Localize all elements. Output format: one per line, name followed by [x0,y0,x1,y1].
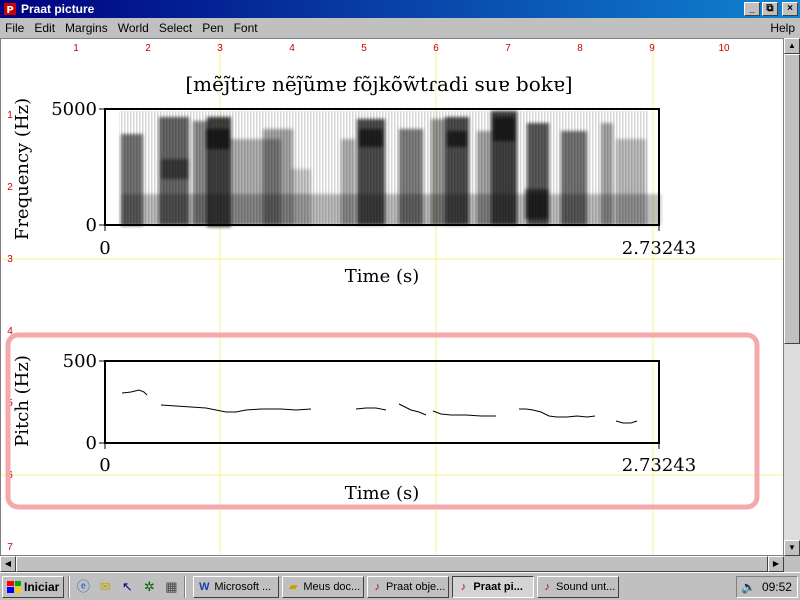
pitch-segment-3 [355,407,387,411]
spectrogram-ytick-top: 5000 [51,99,97,120]
scroll-down-arrow-icon[interactable]: ▼ [784,540,800,556]
arrow-tool-icon[interactable]: ↖ [118,578,136,596]
ruler-top-9: 9 [649,43,655,54]
pitch-ytick-bottom: 0 [86,433,97,454]
menu-world[interactable]: World [113,21,154,35]
minimize-button[interactable]: _ [744,2,760,16]
pitch-xtick-left: 0 [99,455,110,476]
scrollbar-corner [784,556,800,572]
ruler-top-4: 4 [289,43,295,54]
menu-pen[interactable]: Pen [197,21,228,35]
pitch-xtick-right: 2.73243 [622,455,696,476]
ruler-top-6: 6 [433,43,439,54]
window-title: Praat picture [21,2,95,16]
maximize-button[interactable]: ⧉ [762,2,778,16]
quick-launch: ⓔ ✉ ↖ ✲ ▦ [74,578,180,596]
ruler-left-3: 3 [7,254,13,265]
volume-icon[interactable]: 🔈 [741,580,756,594]
scroll-right-arrow-icon[interactable]: ▶ [768,556,784,572]
task-button-praat-objects[interactable]: ♪ Praat obje... [367,575,450,598]
pitch-segment-7 [615,420,638,424]
vertical-scroll-thumb[interactable] [784,54,800,344]
menu-file[interactable]: File [0,21,29,35]
svg-text:P: P [6,5,13,16]
picture-svg: 1 2 3 4 5 6 7 8 9 10 1 2 3 4 5 6 7 [mẽj̃… [1,39,783,555]
pitch-contour [121,389,638,424]
pitch-xlabel: Time (s) [345,483,420,504]
top-ruler: 1 2 3 4 5 6 7 8 9 10 [73,43,730,54]
menu-select[interactable]: Select [154,21,197,35]
start-label: Iniciar [24,579,60,594]
task-label: Praat obje... [386,580,446,593]
task-label: Sound unt... [556,580,616,593]
task-label: Microsoft ... [214,580,272,593]
ruler-top-8: 8 [577,43,583,54]
desktop-icon[interactable]: ▦ [162,578,180,596]
taskbar: Iniciar ⓔ ✉ ↖ ✲ ▦ W Microsoft ... ▰ Meus… [0,572,800,600]
ruler-top-10: 10 [718,43,730,54]
pitch-segment-6 [519,408,596,418]
internet-explorer-icon[interactable]: ⓔ [74,578,92,596]
outlook-icon[interactable]: ✉ [96,578,114,596]
system-tray: 🔈 09:52 [736,576,798,598]
task-button-my-documents[interactable]: ▰ Meus doc... [282,575,365,598]
phonetic-transcription: [mẽj̃tiɾɐ nẽj̃ũmɐ fõjkõw̃tɾadi suɐ bokɐ] [185,72,572,96]
pitch-segment-1 [121,389,148,396]
ruler-top-1: 1 [73,43,79,54]
scroll-left-arrow-icon[interactable]: ◀ [0,556,16,572]
windows-logo-icon [7,580,21,593]
horizontal-scrollbar[interactable]: ◀ ▶ [0,556,784,572]
ruler-top-3: 3 [217,43,223,54]
scroll-up-arrow-icon[interactable]: ▲ [784,38,800,54]
start-button[interactable]: Iniciar [2,575,65,598]
ruler-top-7: 7 [505,43,511,54]
praat-app-icon: P [4,3,16,16]
praat-icon: ♪ [460,580,467,593]
praat-icon: ♪ [544,580,550,593]
ruler-top-2: 2 [145,43,151,54]
pitch-panel: 500 0 0 2.73243 Time (s) Pitch (Hz) [12,351,696,504]
pitch-segment-2 [160,404,312,413]
task-button-praat-picture[interactable]: ♪ Praat pi... [452,575,535,598]
menu-edit[interactable]: Edit [29,21,60,35]
pitch-ytick-top: 500 [63,351,97,372]
spectrogram-xtick-left: 0 [99,238,110,259]
word-icon: W [199,580,210,593]
ruler-top-5: 5 [361,43,367,54]
channels-icon[interactable]: ✲ [140,578,158,596]
task-button-word[interactable]: W Microsoft ... [193,575,280,598]
task-label: Meus doc... [303,580,361,593]
spectrogram-xlabel: Time (s) [345,266,420,287]
task-button-sound[interactable]: ♪ Sound unt... [537,575,620,598]
folder-icon: ▰ [289,580,298,593]
horizontal-scroll-thumb[interactable] [16,556,768,572]
spectrogram-striations [119,111,649,225]
praat-icon: ♪ [374,580,380,593]
pitch-frame [104,360,660,444]
menu-bar: File Edit Margins World Select Pen Font … [0,18,800,38]
pitch-segment-5 [432,410,496,417]
menu-help[interactable]: Help [765,21,800,35]
close-button[interactable]: × [782,2,798,16]
menu-font[interactable]: Font [229,21,263,35]
task-label: Praat pi... [473,580,523,593]
ruler-left-7: 7 [7,542,13,553]
spectrogram-ylabel: Frequency (Hz) [12,98,33,240]
menu-margins[interactable]: Margins [60,21,113,35]
picture-canvas[interactable]: 1 2 3 4 5 6 7 8 9 10 1 2 3 4 5 6 7 [mẽj̃… [0,38,784,556]
spectrogram-xtick-right: 2.73243 [622,238,696,259]
spectrogram-ytick-bottom: 0 [86,215,97,236]
vertical-scrollbar[interactable]: ▲ ▼ [784,38,800,556]
pitch-ylabel: Pitch (Hz) [12,355,33,447]
title-bar[interactable]: P Praat picture _ ⧉ × [0,0,800,18]
clock[interactable]: 09:52 [762,580,792,594]
pitch-segment-4 [398,403,427,416]
